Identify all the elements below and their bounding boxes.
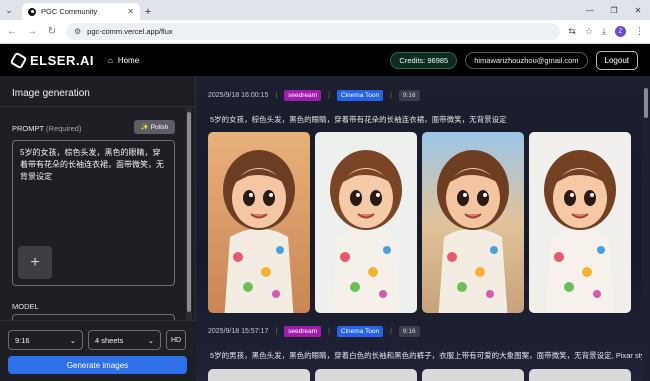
generate-images-button[interactable]: Generate images [8,356,187,374]
tab-title: PGC Community [41,7,98,16]
image-grid [208,369,631,381]
address-bar[interactable]: ⚙ pgc-comm.vercel.app/flux [66,23,561,40]
image-grid [208,132,631,313]
panel-title: Image generation [12,88,90,99]
style-tag: Cinema Toon [336,90,384,101]
user-email-badge: himawarizhouzhou@gmail.com [465,51,588,69]
generation-prompt: 5岁的女孩，棕色头发，黑色的眼睛，穿着带有花朵的长袖连衣裙，面带微笑，无背景设定 [210,115,507,124]
back-icon[interactable]: ← [6,26,18,37]
generated-image[interactable] [315,369,417,381]
app-header: ELSER.AI ⌂ Home Credits: 96985 himawariz… [0,44,650,76]
window-controls: — ❐ ✕ [578,0,650,20]
app-logo[interactable]: ELSER.AI [9,51,94,69]
feed-scrollbar[interactable] [644,88,648,118]
generated-image[interactable] [422,132,524,313]
generated-image[interactable] [529,369,631,381]
generated-image[interactable] [422,369,524,381]
generated-image[interactable] [315,132,417,313]
model-tag: seedream [284,90,322,101]
browser-tab[interactable]: PGC Community ✕ [22,3,140,20]
aspect-ratio-select[interactable]: 9:16 ⌄ [8,330,83,350]
sparkle-icon: ✨ [140,124,149,131]
polish-button[interactable]: ✨ Polish [134,120,175,134]
model-tag: seedream [284,326,322,337]
generation-panel: Image generation PROMPT (Required) ✨ Pol… [0,76,196,381]
close-window-icon[interactable]: ✕ [626,6,650,15]
prompt-label: PROMPT (Required) [12,124,82,133]
home-icon: ⌂ [107,55,113,65]
minimize-icon[interactable]: — [578,6,602,15]
ratio-tag: 9:16 [398,326,420,337]
logout-button[interactable]: Logout [595,50,638,70]
panel-scrollbar[interactable] [187,112,191,312]
model-label: MODEL [12,302,39,311]
forward-icon[interactable]: → [26,26,38,37]
generation-datetime: 2025/9/18 15:57:17 [208,328,269,335]
browser-toolbar: ← → ↻ ⚙ pgc-comm.vercel.app/flux ⇆ ☆ ⤓ Z… [0,20,650,44]
home-label: Home [117,55,140,65]
site-favicon-icon [28,7,36,16]
tab-close-icon[interactable]: ✕ [127,7,134,16]
generation-datetime: 2025/9/18 16:00:15 [208,92,269,99]
generated-image[interactable] [208,369,310,381]
generation-prompt: 5岁的男孩，黑色头发，黑色的眼睛，穿着白色的长袖和黑色的裤子，衣服上带有可爱的大… [210,351,642,360]
credits-badge: Credits: 96985 [390,51,458,69]
feed-scrollbar-track [642,76,650,381]
chevron-down-icon: ⌄ [69,335,76,345]
hd-toggle[interactable]: HD [166,330,186,350]
panel-footer: 9:16 ⌄ 4 sheets ⌄ HD Generate images [0,320,196,381]
generated-image[interactable] [208,132,310,313]
generated-image[interactable] [529,132,631,313]
logo-text: ELSER.AI [30,52,94,68]
generation-meta: 2025/9/18 15:57:17 | seedream | Cinema T… [208,326,420,337]
download-icon[interactable]: ⤓ [602,26,606,37]
browser-menu-icon[interactable]: ⋮ [635,26,644,37]
tab-search-chevron-icon[interactable]: ⌄ [0,0,18,20]
profile-avatar[interactable]: Z [615,26,626,37]
sheets-select[interactable]: 4 sheets ⌄ [88,330,161,350]
home-nav-link[interactable]: ⌂ Home [108,56,139,65]
add-reference-image-button[interactable]: + [18,246,52,279]
style-tag: Cinema Toon [336,326,384,337]
browser-tabbar: ⌄ PGC Community ✕ + — ❐ ✕ [0,0,650,20]
translate-icon[interactable]: ⇆ [568,26,576,37]
chevron-down-icon: ⌄ [147,335,154,345]
reload-icon[interactable]: ↻ [46,26,58,37]
ratio-tag: 9:16 [398,90,420,101]
generation-meta: 2025/9/18 16:00:15 | seedream | Cinema T… [208,90,420,101]
bookmark-star-icon[interactable]: ☆ [585,26,593,37]
logo-hexagon-icon [9,51,28,69]
generation-feed: 2025/9/18 16:00:15 | seedream | Cinema T… [196,76,642,381]
url-text[interactable]: pgc-comm.vercel.app/flux [87,27,172,36]
panel-divider [0,106,196,107]
site-info-icon[interactable]: ⚙ [74,27,81,36]
new-tab-icon[interactable]: + [140,3,156,20]
restore-icon[interactable]: ❐ [602,6,626,15]
